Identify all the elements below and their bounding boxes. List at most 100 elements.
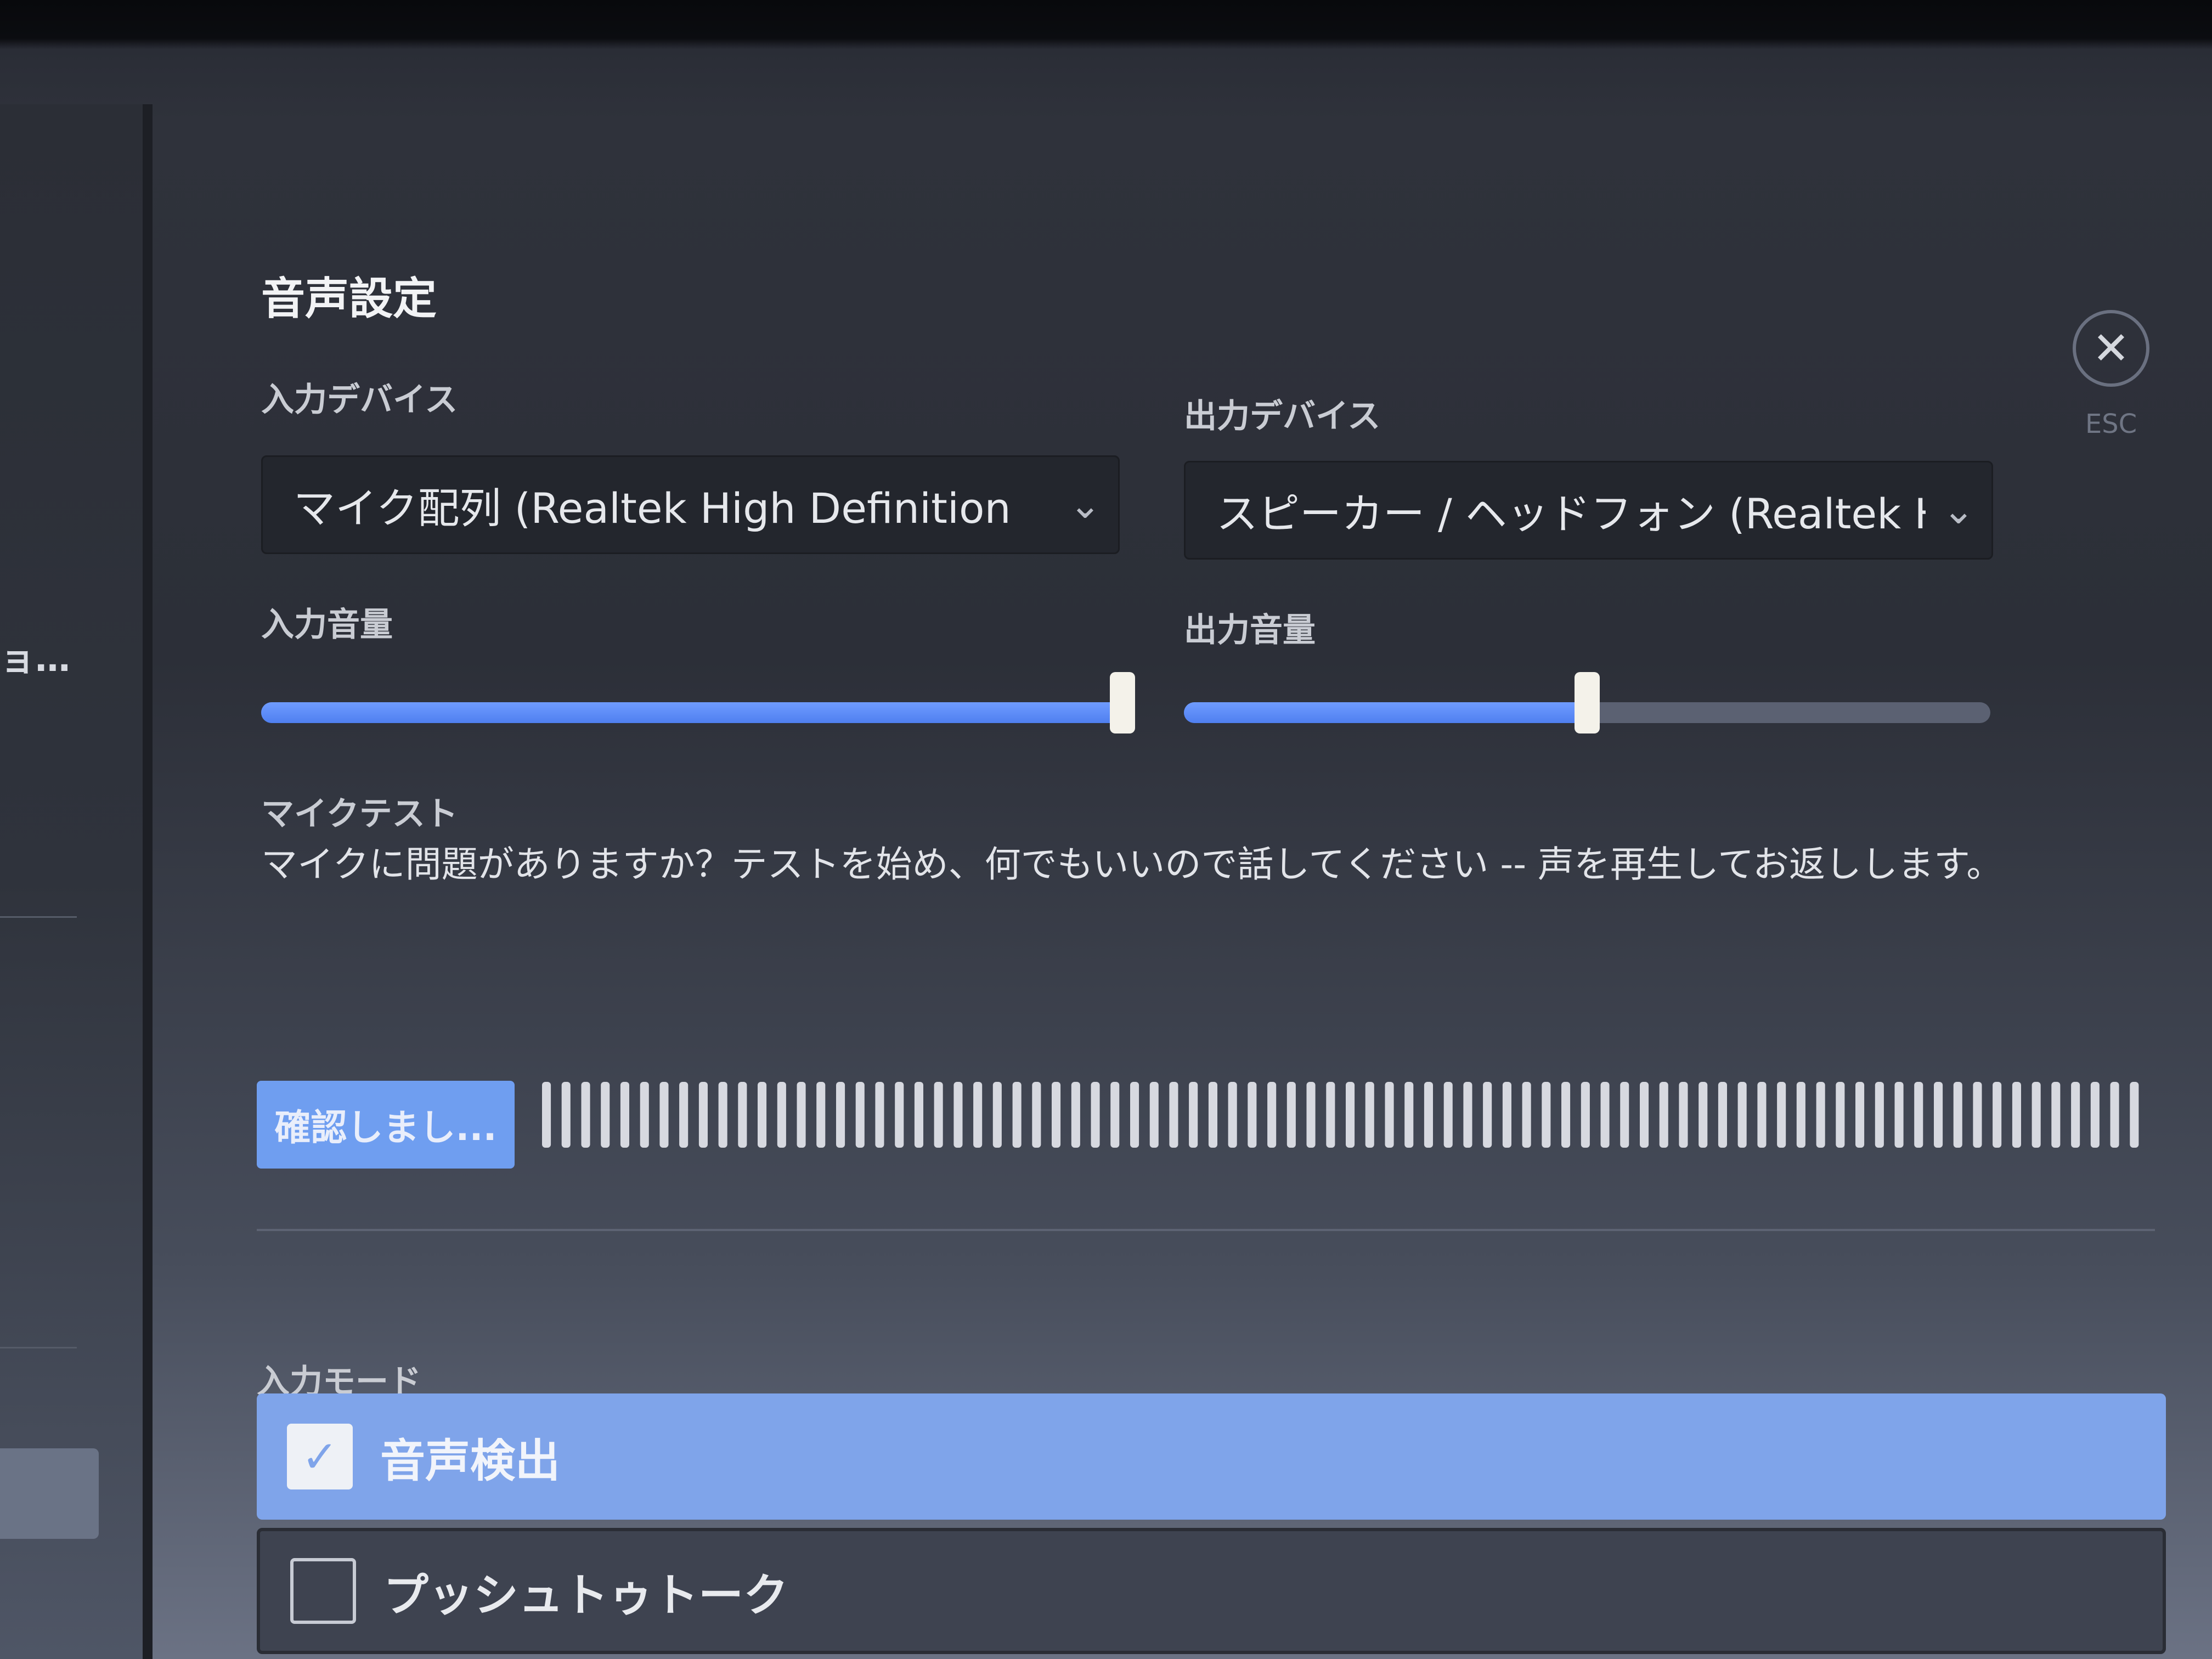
meter-bar xyxy=(640,1082,649,1148)
meter-bar xyxy=(1483,1082,1492,1148)
input-device-value: マイク配列 (Realtek High Definition xyxy=(294,484,1011,533)
meter-bar xyxy=(1620,1082,1629,1148)
meter-bar xyxy=(1875,1082,1884,1148)
meter-bar xyxy=(1052,1082,1061,1148)
output-volume-fill xyxy=(1184,702,1587,723)
meter-bar xyxy=(1286,1082,1296,1148)
meter-bar xyxy=(1659,1082,1668,1148)
meter-bar xyxy=(1561,1082,1571,1148)
meter-bar xyxy=(1012,1082,1022,1148)
output-volume-slider[interactable] xyxy=(1184,672,1990,733)
meter-bar xyxy=(1346,1082,1355,1148)
meter-bar xyxy=(1796,1082,1805,1148)
meter-bar xyxy=(1914,1082,1923,1148)
meter-bar xyxy=(1110,1082,1120,1148)
meter-bar xyxy=(1267,1082,1277,1148)
meter-bar xyxy=(620,1082,629,1148)
sidebar-divider xyxy=(0,916,77,918)
meter-bar xyxy=(1463,1082,1472,1148)
input-volume-slider[interactable] xyxy=(261,672,1135,733)
meter-bar xyxy=(718,1082,727,1148)
input-volume-label: 入力音量 xyxy=(261,606,393,644)
checkbox-empty[interactable] xyxy=(290,1558,356,1624)
output-volume-label: 出力音量 xyxy=(1184,611,1316,650)
meter-bar xyxy=(561,1082,571,1148)
meter-bar xyxy=(836,1082,845,1148)
meter-bar xyxy=(855,1082,865,1148)
voice-settings-panel: 音声設定 ✕ ESC 入力デバイス マイク配列 (Realtek High De… xyxy=(153,104,2212,1659)
input-device-label: 入力デバイス xyxy=(261,381,458,419)
meter-bar xyxy=(1581,1082,1590,1148)
meter-bar xyxy=(1699,1082,1708,1148)
input-device-select[interactable]: マイク配列 (Realtek High Definition ⌄ xyxy=(261,455,1120,554)
meter-bar xyxy=(1248,1082,1257,1148)
input-mode-voice-activity[interactable]: ✓ 音声検出 xyxy=(257,1393,2166,1520)
meter-bar xyxy=(1443,1082,1453,1148)
meter-bar xyxy=(1306,1082,1316,1148)
meter-bar xyxy=(1424,1082,1433,1148)
meter-bar xyxy=(1502,1082,1511,1148)
screen: ョ… 音声設定 ✕ ESC 入力デバイス マイク配列 (Realtek High… xyxy=(0,0,2212,1659)
meter-bar xyxy=(953,1082,963,1148)
meter-bar xyxy=(1836,1082,1845,1148)
meter-bar xyxy=(758,1082,767,1148)
sidebar-item-truncated[interactable]: ョ… xyxy=(0,631,70,681)
meter-bar xyxy=(1365,1082,1374,1148)
sidebar: ョ… xyxy=(0,104,153,1659)
meter-bar xyxy=(1149,1082,1159,1148)
meter-bar xyxy=(1189,1082,1198,1148)
meter-bar xyxy=(2090,1082,2100,1148)
mic-level-meter xyxy=(542,1082,2139,1148)
meter-bar xyxy=(698,1082,708,1148)
meter-bar xyxy=(679,1082,689,1148)
meter-bar xyxy=(934,1082,943,1148)
input-mode-push-to-talk[interactable]: プッシュトゥトーク xyxy=(257,1528,2166,1654)
close-button[interactable]: ✕ xyxy=(2073,310,2149,387)
meter-bar xyxy=(973,1082,983,1148)
input-mode-option-label: 音声検出 xyxy=(380,1435,561,1487)
meter-bar xyxy=(2110,1082,2119,1148)
meter-bar xyxy=(581,1082,590,1148)
meter-bar xyxy=(1894,1082,1904,1148)
meter-bar xyxy=(1640,1082,1649,1148)
checkbox-checked[interactable]: ✓ xyxy=(287,1424,353,1489)
meter-bar xyxy=(1953,1082,1962,1148)
meter-bar xyxy=(2012,1082,2021,1148)
chevron-down-icon: ⌄ xyxy=(1069,482,1102,527)
section-divider xyxy=(257,1229,2155,1231)
meter-bar xyxy=(1600,1082,1610,1148)
meter-bar xyxy=(1777,1082,1786,1148)
output-device-select[interactable]: スピーカー / ヘッドフォン (Realtek High ⌄ xyxy=(1184,461,1993,560)
input-volume-thumb[interactable] xyxy=(1110,672,1135,733)
meter-bar xyxy=(797,1082,806,1148)
meter-bar xyxy=(816,1082,826,1148)
meter-bar xyxy=(738,1082,747,1148)
input-mode-option-label: プッシュトゥトーク xyxy=(383,1569,789,1622)
output-device-value: スピーカー / ヘッドフォン (Realtek High xyxy=(1216,489,1926,538)
mic-test-description: マイクに問題がありますか？テストを始め、何でもいいので話してください -- 声を… xyxy=(261,843,2003,885)
meter-bar xyxy=(1169,1082,1178,1148)
meter-bar xyxy=(1404,1082,1414,1148)
meter-bar xyxy=(2032,1082,2041,1148)
meter-bar xyxy=(542,1082,551,1148)
meter-bar xyxy=(1993,1082,2002,1148)
meter-bar xyxy=(1385,1082,1394,1148)
sidebar-item-selected[interactable] xyxy=(0,1448,99,1539)
sidebar-divider xyxy=(0,1347,77,1348)
meter-bar xyxy=(1522,1082,1531,1148)
page-title: 音声設定 xyxy=(261,273,437,324)
meter-bar xyxy=(1737,1082,1747,1148)
meter-bar xyxy=(2130,1082,2139,1148)
mic-test-button[interactable]: 確認しまし... xyxy=(257,1081,515,1169)
meter-bar xyxy=(1071,1082,1080,1148)
meter-bar xyxy=(601,1082,610,1148)
chevron-down-icon: ⌄ xyxy=(1942,488,1975,533)
input-volume-fill xyxy=(261,702,1122,723)
meter-bar xyxy=(1757,1082,1767,1148)
mic-test-label: マイクテスト xyxy=(261,795,458,833)
output-volume-thumb[interactable] xyxy=(1575,672,1600,733)
meter-bar xyxy=(2071,1082,2080,1148)
meter-bar xyxy=(1091,1082,1100,1148)
meter-bar xyxy=(992,1082,1002,1148)
meter-bar xyxy=(777,1082,786,1148)
